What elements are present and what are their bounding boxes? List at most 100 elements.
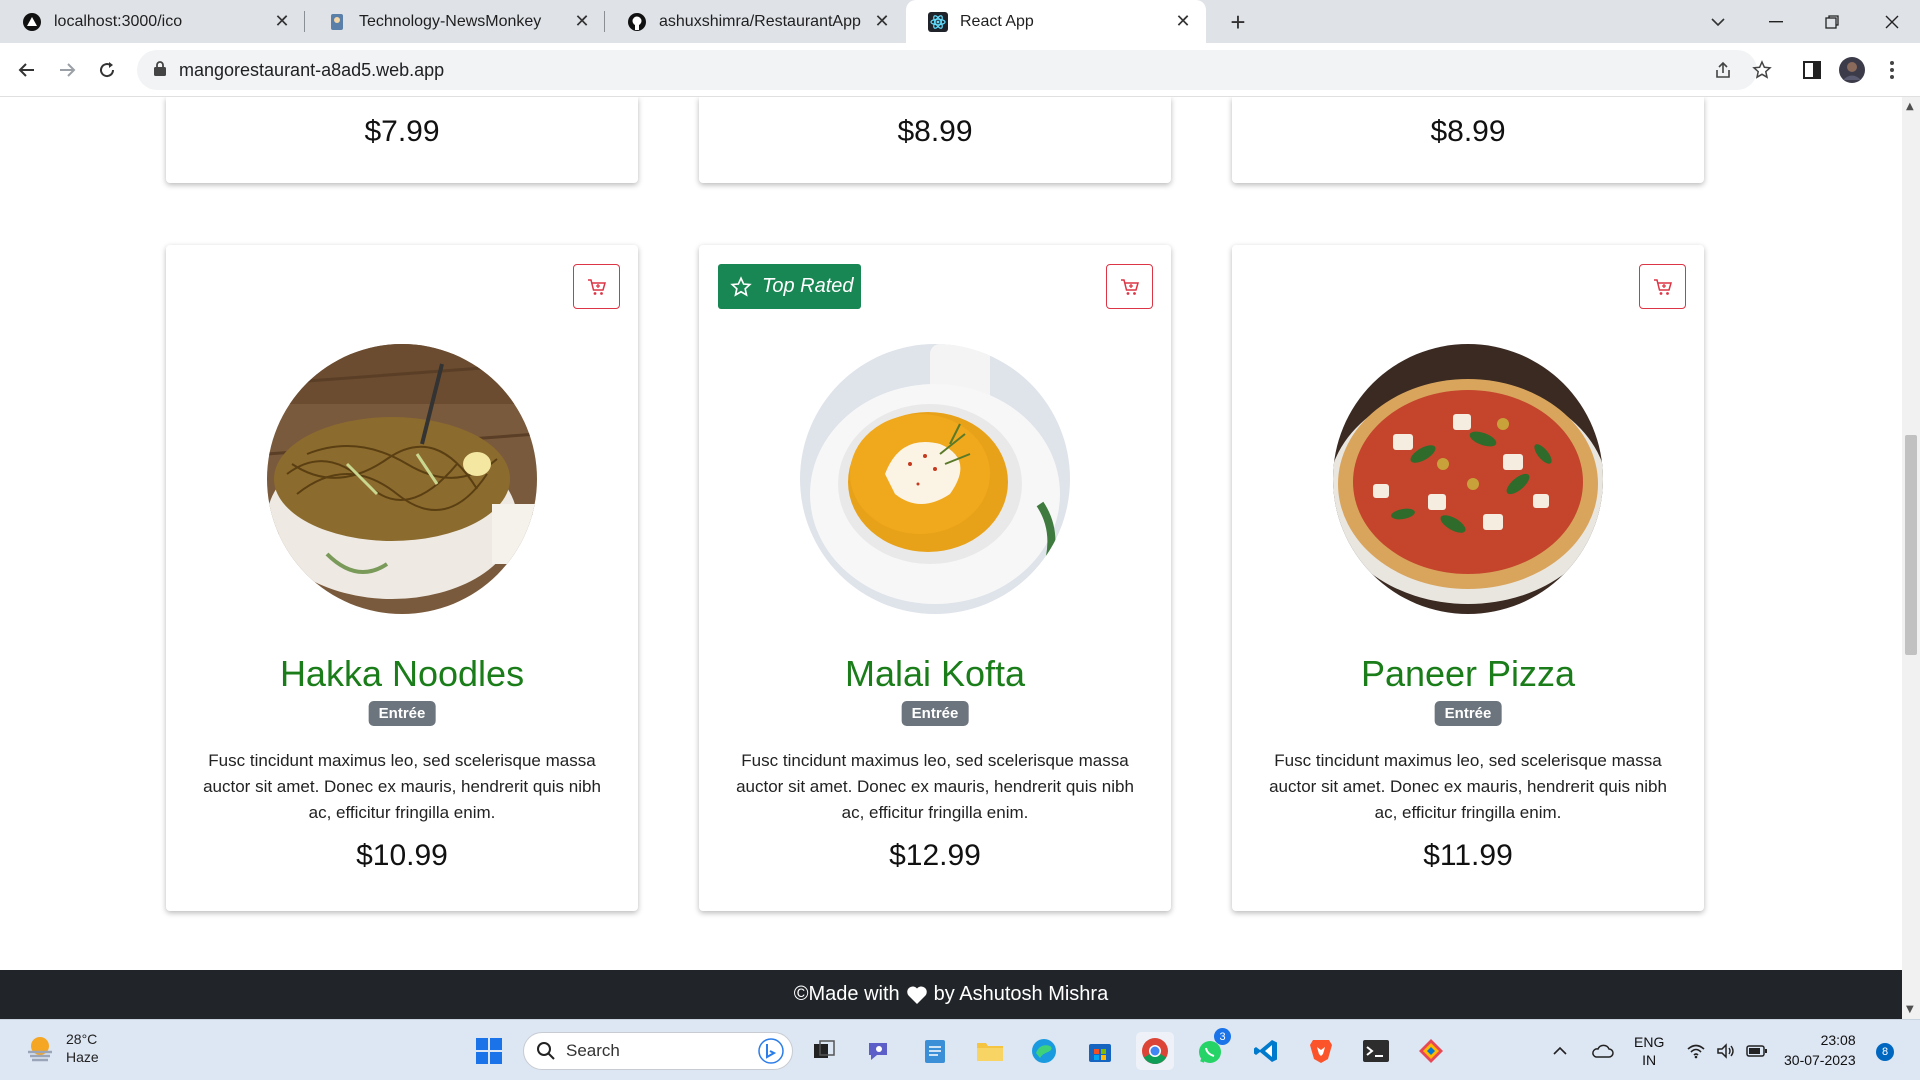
microsoft-store-icon[interactable] [1081, 1032, 1119, 1070]
item-price: $7.99 [364, 115, 440, 148]
bookmark-star-icon[interactable] [1746, 54, 1778, 86]
item-price: $10.99 [356, 839, 448, 872]
close-tab-icon[interactable]: ✕ [871, 10, 893, 32]
clock-time: 23:08 [1820, 1032, 1856, 1048]
new-tab-button[interactable]: + [1222, 6, 1254, 38]
file-explorer-icon[interactable] [971, 1032, 1009, 1070]
vscode-icon[interactable] [1247, 1032, 1285, 1070]
cart-icon [1653, 278, 1672, 295]
whatsapp-badge: 3 [1214, 1028, 1231, 1045]
page-viewport: $7.99 $8.99 $8.99 Hakka Noodles Entrée F… [0, 97, 1902, 1019]
malai-kofta-image [800, 344, 1070, 614]
triangle-logo-icon [22, 12, 42, 32]
item-price: $12.99 [889, 839, 981, 872]
browser-menu-icon[interactable] [1876, 54, 1908, 86]
back-button[interactable] [11, 54, 43, 86]
cart-icon [587, 278, 606, 295]
forward-button[interactable] [51, 54, 83, 86]
category-badge: Entrée [368, 701, 436, 726]
hakka-noodles-image [267, 344, 537, 614]
page-footer: ©Made with by Ashutosh Mishra [0, 970, 1902, 1019]
scrollbar-thumb[interactable] [1905, 435, 1917, 655]
cart-icon [1120, 278, 1139, 295]
notification-count-badge[interactable]: 8 [1876, 1043, 1894, 1061]
minimize-button[interactable] [1748, 0, 1804, 43]
start-button[interactable] [470, 1032, 508, 1070]
item-price: $8.99 [1430, 115, 1506, 148]
scroll-down-arrow-icon[interactable]: ▼ [1906, 1004, 1914, 1015]
close-tab-icon[interactable]: ✕ [571, 10, 593, 32]
tab-title: localhost:3000/ico [54, 12, 183, 30]
menu-card-partial: $7.99 [166, 97, 638, 183]
whatsapp-icon[interactable]: 3 [1191, 1028, 1231, 1070]
page-scrollbar[interactable]: ▲ ▼ [1902, 97, 1920, 1019]
restore-button[interactable] [1804, 0, 1860, 43]
close-tab-icon[interactable]: ✕ [271, 10, 293, 32]
item-price: $8.99 [897, 115, 973, 148]
tab-title: ashuxshimra/RestaurantApp [659, 12, 861, 30]
weather-widget[interactable]: 28°C Haze [24, 1030, 99, 1066]
lang-top: ENG [1634, 1033, 1665, 1050]
newsmonkey-icon [327, 12, 347, 32]
show-hidden-icons-chevron-icon[interactable] [1552, 1020, 1568, 1081]
share-icon[interactable] [1707, 54, 1739, 86]
teams-chat-icon[interactable] [860, 1032, 898, 1070]
battery-icon[interactable] [1746, 1020, 1768, 1081]
clock-date: 30-07-2023 [1784, 1052, 1856, 1068]
tab-localhost[interactable]: localhost:3000/ico ✕ [0, 0, 305, 43]
chrome-icon[interactable] [1136, 1032, 1174, 1070]
side-panel-icon[interactable] [1796, 54, 1828, 86]
top-rated-badge: Top Rated [718, 264, 861, 309]
footer-suffix: by Ashutosh Mishra [933, 983, 1109, 1005]
add-to-cart-button[interactable] [1106, 264, 1153, 309]
close-tab-icon[interactable]: ✕ [1172, 10, 1194, 32]
tab-title: Technology-NewsMonkey [359, 12, 542, 30]
add-to-cart-button[interactable] [573, 264, 620, 309]
github-icon [627, 12, 647, 32]
item-title: Paneer Pizza [1360, 653, 1576, 694]
bing-icon [758, 1038, 784, 1064]
browser-toolbar: mangorestaurant-a8ad5.web.app [0, 43, 1920, 97]
menu-card-partial: $8.99 [699, 97, 1171, 183]
item-description: Fusc tincidunt maximus leo, sed sceleris… [1269, 751, 1667, 822]
react-icon [928, 11, 948, 32]
terminal-icon[interactable] [1357, 1032, 1395, 1070]
item-price: $11.99 [1423, 839, 1513, 872]
close-window-button[interactable] [1864, 0, 1920, 43]
tab-github[interactable]: ashuxshimra/RestaurantApp ✕ [605, 0, 905, 43]
volume-icon[interactable] [1716, 1020, 1736, 1081]
weather-temp: 28°C [66, 1031, 98, 1047]
top-rated-label: Top Rated [762, 275, 854, 297]
language-indicator[interactable]: ENG IN [1634, 1020, 1664, 1081]
lock-icon[interactable] [153, 60, 167, 80]
search-icon [537, 1042, 555, 1060]
add-to-cart-button[interactable] [1639, 264, 1686, 309]
system-clock[interactable]: 23:08 30-07-2023 [1784, 1030, 1856, 1070]
weather-desc: Haze [66, 1049, 99, 1065]
brave-icon[interactable] [1302, 1032, 1340, 1070]
menu-card-malai-kofta: Top Rated Malai Kofta Entrée Fusc tincid… [699, 245, 1171, 911]
snipping-tool-icon[interactable] [1412, 1032, 1450, 1070]
profile-avatar[interactable] [1836, 54, 1868, 86]
notepad-icon[interactable] [916, 1032, 954, 1070]
tab-search-chevron-icon[interactable] [1690, 0, 1746, 43]
reload-button[interactable] [91, 54, 123, 86]
paneer-pizza-image [1333, 344, 1603, 614]
haze-sun-icon [28, 1037, 52, 1062]
heart-icon [906, 985, 928, 1005]
windows-logo-icon [476, 1038, 502, 1064]
tab-newsmonkey[interactable]: Technology-NewsMonkey ✕ [305, 0, 605, 43]
taskbar-search[interactable]: Search [523, 1032, 793, 1070]
task-view-icon[interactable] [805, 1032, 843, 1070]
scroll-up-arrow-icon[interactable]: ▲ [1906, 101, 1914, 112]
menu-card-partial: $8.99 [1232, 97, 1704, 183]
item-description: Fusc tincidunt maximus leo, sed sceleris… [203, 751, 601, 822]
onedrive-cloud-icon[interactable] [1590, 1020, 1614, 1081]
url-text[interactable]: mangorestaurant-a8ad5.web.app [179, 60, 444, 81]
browser-tab-strip: localhost:3000/ico ✕ Technology-NewsMonk… [0, 0, 1920, 43]
edge-icon[interactable] [1025, 1032, 1063, 1070]
lang-bottom: IN [1642, 1051, 1657, 1068]
wifi-icon[interactable] [1686, 1020, 1706, 1081]
tab-react-app[interactable]: React App ✕ [906, 0, 1206, 43]
address-bar[interactable]: mangorestaurant-a8ad5.web.app [137, 50, 1757, 90]
